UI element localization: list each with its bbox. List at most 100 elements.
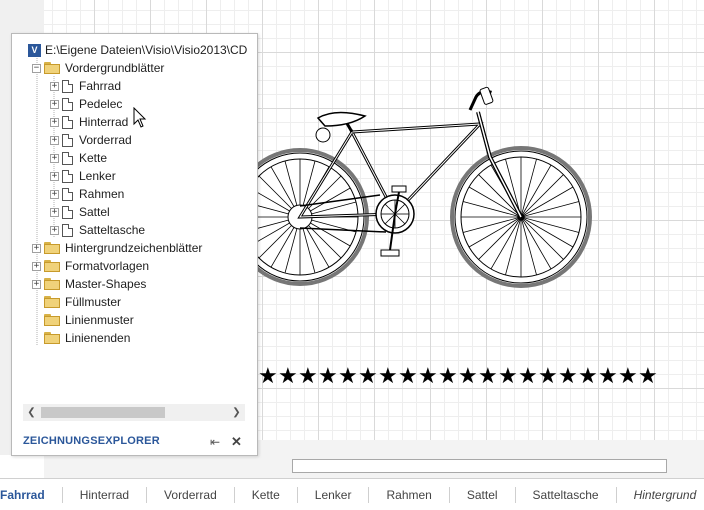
expand-icon[interactable]: + — [32, 243, 41, 253]
tree-item-label: Linienmuster — [65, 313, 134, 327]
star-shape[interactable]: ★ — [478, 366, 498, 388]
page-icon — [62, 223, 73, 237]
star-shape[interactable]: ★ — [538, 366, 558, 388]
star-shape[interactable]: ★ — [318, 366, 338, 388]
tree-item-page[interactable]: + Satteltasche — [50, 221, 145, 239]
tree-root-label: E:\Eigene Dateien\Visio\Visio2013\CD — [45, 43, 248, 57]
page-tab[interactable]: Kette — [235, 486, 298, 503]
page-tab[interactable]: Vorderrad — [147, 486, 235, 503]
tree-item-folder[interactable]: + Hintergrundzeichenblätter — [32, 239, 202, 257]
page-icon — [62, 151, 73, 165]
star-shape[interactable]: ★ — [298, 366, 318, 388]
tree-root[interactable]: V E:\Eigene Dateien\Visio\Visio2013\CD — [28, 41, 247, 59]
tree-item-folder[interactable]: Linienmuster — [32, 311, 134, 329]
star-shape[interactable]: ★ — [438, 366, 458, 388]
expand-icon[interactable]: + — [50, 153, 59, 163]
canvas-horizontal-scrollbar[interactable] — [292, 459, 667, 473]
page-tab[interactable]: Fahrrad — [0, 486, 63, 503]
tree-item-page[interactable]: + Pedelec — [50, 95, 122, 113]
expand-icon[interactable]: + — [50, 171, 59, 181]
expand-icon[interactable]: + — [32, 261, 41, 271]
folder-icon — [44, 260, 60, 272]
expand-icon[interactable]: + — [50, 117, 59, 127]
page-tab[interactable]: Hintergrund — [617, 487, 704, 503]
tree-item-label: Kette — [79, 151, 108, 165]
mouse-cursor-icon — [133, 107, 147, 128]
star-shape[interactable]: ★ — [638, 366, 658, 388]
star-shape[interactable]: ★ — [398, 366, 418, 388]
page-icon — [62, 187, 73, 201]
tree-item-label: Hinterrad — [79, 115, 129, 129]
expand-icon[interactable]: + — [32, 279, 41, 289]
star-row[interactable]: ★ ★ ★ ★ ★ ★ ★ ★ ★ ★ ★ ★ ★ ★ ★ ★ ★ ★ ★ ★ — [258, 366, 658, 390]
scrollbar-thumb[interactable] — [41, 407, 165, 418]
close-icon[interactable]: ✕ — [231, 434, 242, 450]
tree-item-label: Rahmen — [79, 187, 125, 201]
tree-item-label: Sattel — [79, 205, 110, 219]
page-icon — [62, 97, 73, 111]
tree-item-page[interactable]: + Kette — [50, 149, 107, 167]
folder-icon — [44, 62, 60, 74]
panel-title: ZEICHNUNGSEXPLORER — [23, 435, 160, 447]
page-tab[interactable]: Satteltasche — [516, 486, 617, 503]
page-icon — [62, 133, 73, 147]
tree-item-page[interactable]: + Sattel — [50, 203, 110, 221]
star-shape[interactable]: ★ — [558, 366, 578, 388]
tree-item-page[interactable]: + Rahmen — [50, 185, 124, 203]
drawing-explorer-panel: V E:\Eigene Dateien\Visio\Visio2013\CD −… — [11, 33, 258, 456]
folder-icon — [44, 278, 60, 290]
star-shape[interactable]: ★ — [278, 366, 298, 388]
tree-item-label: Lenker — [79, 169, 116, 183]
star-shape[interactable]: ★ — [578, 366, 598, 388]
page-tab[interactable]: Hinterrad — [63, 486, 148, 503]
tree-item-folder[interactable]: + Formatvorlagen — [32, 257, 149, 275]
visio-file-icon: V — [28, 43, 41, 57]
expand-icon[interactable]: + — [50, 225, 59, 235]
expand-icon[interactable]: + — [50, 135, 59, 145]
tree-item-foreground-pages[interactable]: − Vordergrundblätter — [32, 59, 164, 77]
tree-item-label: Pedelec — [79, 97, 123, 111]
page-tab[interactable]: Sattel — [450, 486, 516, 503]
tree-item-folder[interactable]: + Master-Shapes — [32, 275, 146, 293]
star-shape[interactable]: ★ — [258, 366, 278, 388]
star-shape[interactable]: ★ — [338, 366, 358, 388]
bicycle-drawing[interactable] — [240, 82, 600, 292]
page-icon — [62, 169, 73, 183]
explorer-horizontal-scrollbar[interactable]: ❮ ❯ — [23, 404, 245, 421]
scroll-left-icon[interactable]: ❮ — [23, 404, 40, 421]
page-tab[interactable]: Lenker — [298, 486, 370, 503]
tree-item-label: Linienenden — [65, 331, 131, 345]
expand-icon[interactable]: + — [50, 81, 59, 91]
tree-item-label: Hintergrundzeichenblätter — [65, 241, 203, 255]
expand-icon[interactable]: + — [50, 207, 59, 217]
page-tab[interactable]: Rahmen — [369, 486, 450, 503]
page-icon — [62, 115, 73, 129]
collapse-icon[interactable]: − — [32, 63, 41, 73]
star-shape[interactable]: ★ — [458, 366, 478, 388]
expand-icon[interactable]: + — [50, 189, 59, 199]
tree-item-page[interactable]: + Vorderrad — [50, 131, 132, 149]
tree-item-label: Formatvorlagen — [65, 259, 150, 273]
tree-item-page[interactable]: + Lenker — [50, 167, 116, 185]
tree-item-page[interactable]: + Hinterrad — [50, 113, 128, 131]
pin-icon[interactable]: ⇤ — [210, 435, 220, 449]
star-shape[interactable]: ★ — [518, 366, 538, 388]
star-shape[interactable]: ★ — [598, 366, 618, 388]
tree-item-page[interactable]: + Fahrrad — [50, 77, 121, 95]
scroll-right-icon[interactable]: ❯ — [228, 404, 245, 421]
page-icon — [62, 79, 73, 93]
folder-icon — [44, 242, 60, 254]
folder-icon — [44, 332, 60, 344]
folder-icon — [44, 314, 60, 326]
star-shape[interactable]: ★ — [378, 366, 398, 388]
star-shape[interactable]: ★ — [418, 366, 438, 388]
tree-item-label: Vordergrundblätter — [65, 61, 165, 75]
expand-icon[interactable]: + — [50, 99, 59, 109]
star-shape[interactable]: ★ — [358, 366, 378, 388]
tree-item-label: Satteltasche — [79, 223, 146, 237]
star-shape[interactable]: ★ — [498, 366, 518, 388]
star-shape[interactable]: ★ — [618, 366, 638, 388]
tree-item-label: Füllmuster — [65, 295, 122, 309]
tree-item-folder[interactable]: Füllmuster — [32, 293, 121, 311]
tree-item-folder[interactable]: Linienenden — [32, 329, 130, 347]
